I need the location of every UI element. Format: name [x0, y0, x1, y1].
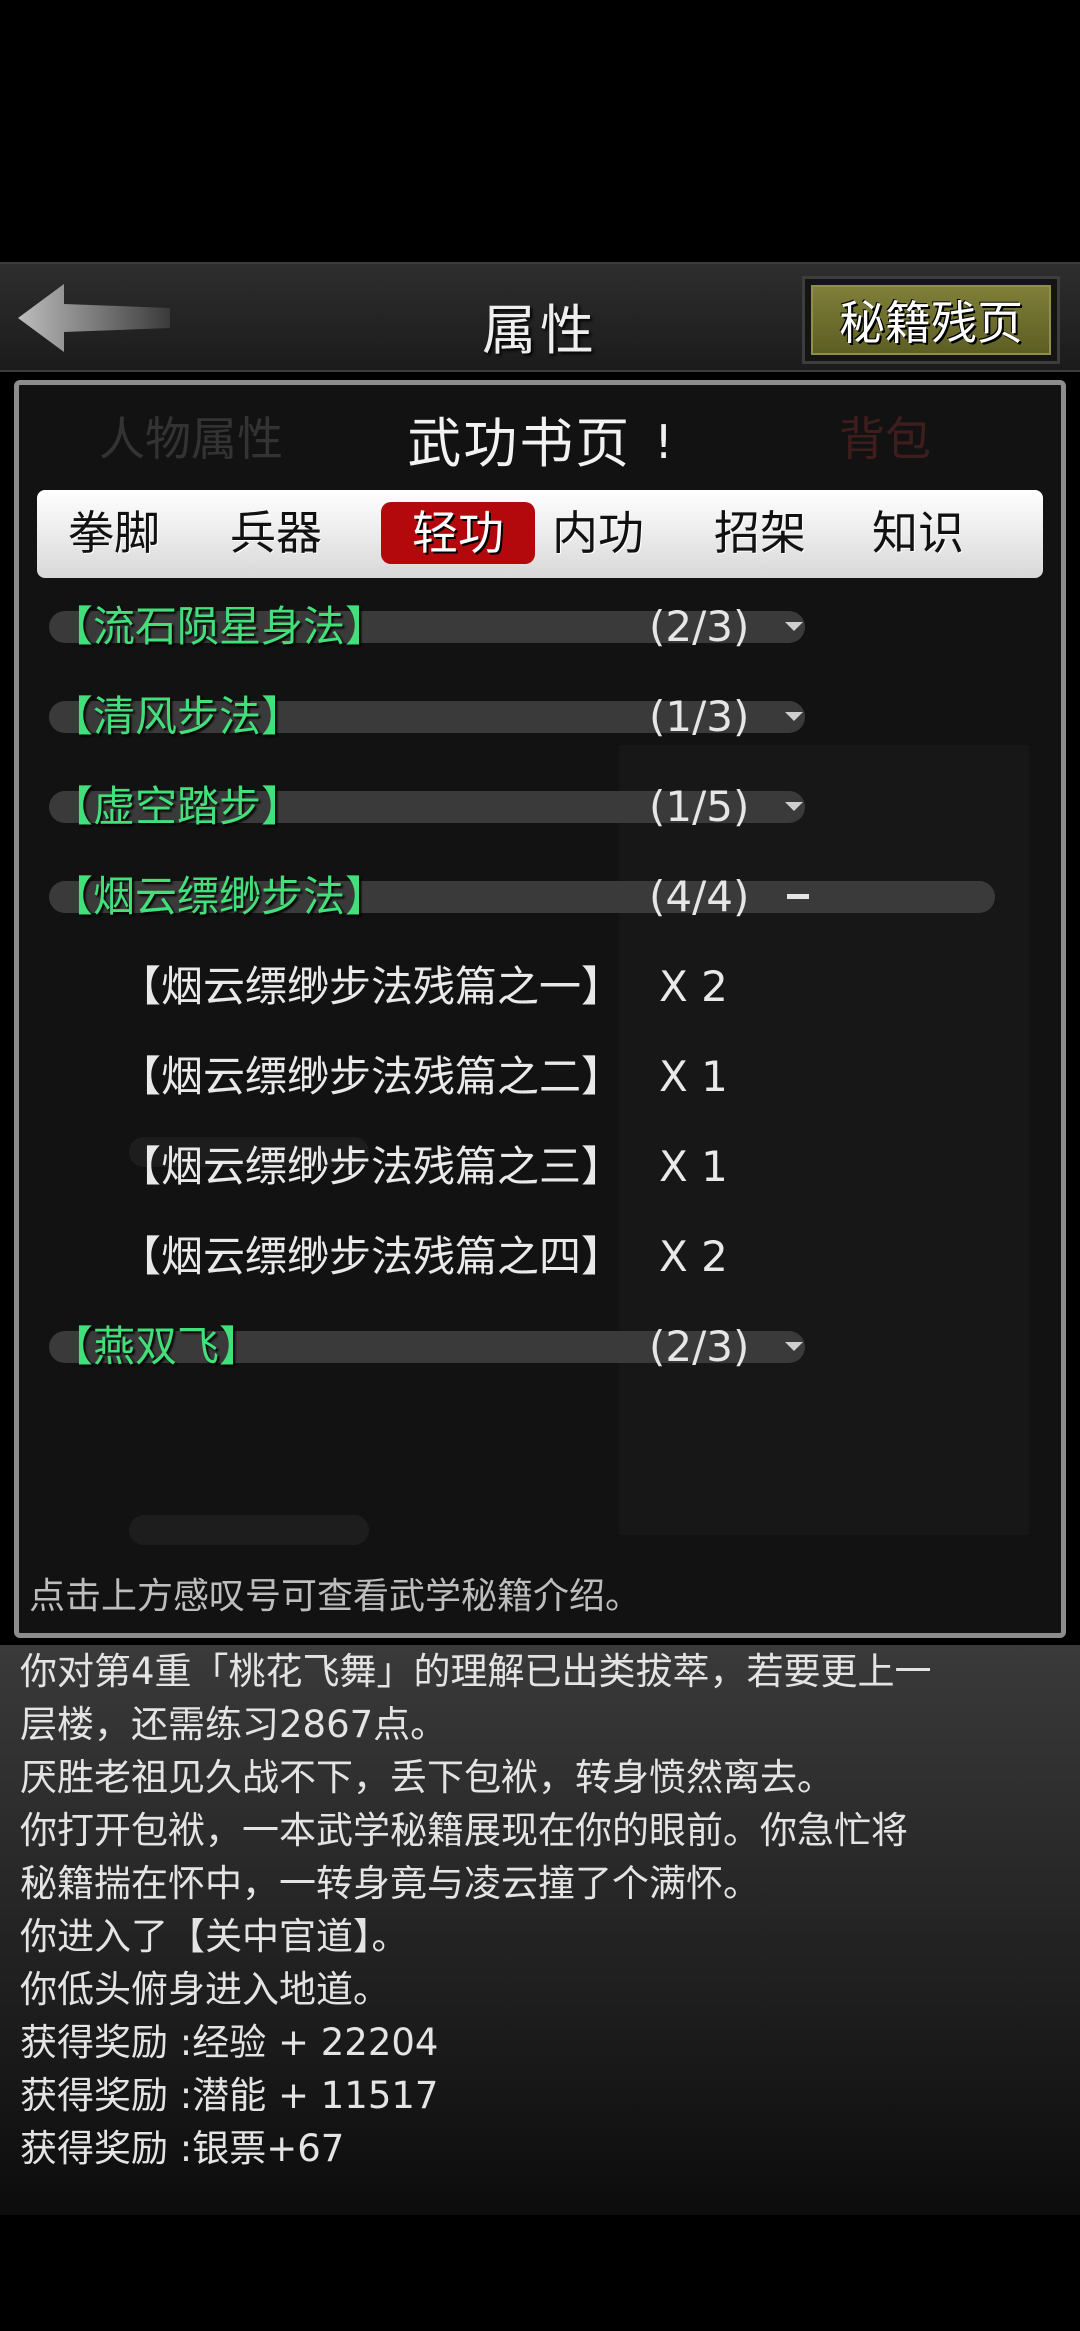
tab-fist[interactable]: 拳脚 — [37, 502, 191, 564]
fragment-item: 【烟云缥缈步法残篇之三】 X 1 — [119, 1135, 728, 1199]
fragment-item: 【烟云缥缈步法残篇之四】 X 2 — [119, 1225, 728, 1289]
tab-weapon[interactable]: 兵器 — [199, 502, 353, 564]
skill-name: 【烟云缥缈步法】 — [51, 872, 388, 921]
chevron-down-icon[interactable] — [785, 1342, 803, 1351]
log-line: 厌胜老祖见久战不下，丢下包袱，转身愤然离去。 — [20, 1756, 834, 1799]
log-line: 你低头俯身进入地道。 — [20, 1968, 390, 2011]
skill-name: 【燕双飞】 — [51, 1322, 262, 1371]
category-tabs: 拳脚 兵器 轻功 内功 招架 知识 — [37, 490, 1043, 578]
fragment-quantity: X 1 — [659, 1142, 728, 1191]
fragment-pages-label: 秘籍残页 — [811, 285, 1051, 355]
skill-name: 【流石陨星身法】 — [51, 602, 388, 651]
panel-title: 武功书页 — [407, 412, 632, 475]
tab-internal[interactable]: 内功 — [521, 502, 675, 564]
skill-row[interactable]: 【清风步法】 (1/3) — [49, 685, 1029, 749]
skill-progress: (1/5) — [649, 782, 750, 831]
fragment-item: 【烟云缥缈步法残篇之一】 X 2 — [119, 955, 728, 1019]
log-line: 你进入了【关中官道】。 — [20, 1915, 409, 1958]
message-log[interactable]: 你对第4重「桃花飞舞」的理解已出类拔萃，若要更上一 层楼，还需练习2867点。 … — [0, 1645, 1080, 2215]
log-line: 层楼，还需练习2867点。 — [20, 1703, 448, 1746]
skill-book-panel: 人物属性 背包 武功书页 ! 拳脚 兵器 轻功 内功 招架 知识 【流石陨星身法… — [14, 380, 1066, 1638]
top-bar: 属性 秘籍残页 — [0, 262, 1080, 372]
fragment-item: 【烟云缥缈步法残篇之二】 X 1 — [119, 1045, 728, 1109]
tab-parry[interactable]: 招架 — [683, 502, 837, 564]
fragment-pages-button[interactable]: 秘籍残页 — [802, 276, 1060, 364]
chevron-down-icon[interactable] — [785, 712, 803, 721]
skill-name: 【清风步法】 — [51, 692, 304, 741]
fragment-name: 【烟云缥缈步法残篇之三】 — [119, 1142, 624, 1191]
fragment-name: 【烟云缥缈步法残篇之四】 — [119, 1232, 624, 1281]
skill-row[interactable]: 【流石陨星身法】 (2/3) — [49, 595, 1029, 659]
log-line: 获得奖励 :经验 + 22204 — [20, 2021, 439, 2064]
skill-name: 【虚空踏步】 — [51, 782, 304, 831]
collapse-minus-icon[interactable] — [787, 894, 809, 899]
info-exclamation-icon[interactable]: ! — [654, 415, 672, 469]
fragment-quantity: X 1 — [659, 1052, 728, 1101]
skill-progress: (2/3) — [649, 1322, 750, 1371]
skill-row[interactable]: 【燕双飞】 (2/3) — [49, 1315, 1029, 1379]
log-line: 秘籍揣在怀中，一转身竟与凌云撞了个满怀。 — [20, 1862, 760, 1905]
chevron-down-icon[interactable] — [785, 622, 803, 631]
log-line: 获得奖励 :银票+67 — [20, 2127, 345, 2170]
fragment-quantity: X 2 — [659, 962, 728, 1011]
log-line: 你对第4重「桃花飞舞」的理解已出类拔萃，若要更上一 — [20, 1650, 932, 1693]
fragment-quantity: X 2 — [659, 1232, 728, 1281]
ghost-bar — [129, 1515, 369, 1545]
skill-progress: (2/3) — [649, 602, 750, 651]
log-line: 你打开包袱，一本武学秘籍展现在你的眼前。你急忙将 — [20, 1809, 908, 1852]
log-line: 获得奖励 :潜能 + 11517 — [20, 2074, 439, 2117]
skill-progress: (1/3) — [649, 692, 750, 741]
chevron-down-icon[interactable] — [785, 802, 803, 811]
skill-row-expanded[interactable]: 【烟云缥缈步法】 (4/4) — [49, 865, 1029, 929]
skill-row[interactable]: 【虚空踏步】 (1/5) — [49, 775, 1029, 839]
skill-progress: (4/4) — [649, 872, 750, 921]
fragment-name: 【烟云缥缈步法残篇之一】 — [119, 962, 624, 1011]
hint-text: 点击上方感叹号可查看武学秘籍介绍。 — [29, 1576, 642, 1617]
tab-lightness[interactable]: 轻功 — [381, 502, 535, 564]
tab-knowledge[interactable]: 知识 — [841, 502, 995, 564]
fragment-name: 【烟云缥缈步法残篇之二】 — [119, 1052, 624, 1101]
panel-header: 武功书页 ! — [19, 399, 1061, 475]
